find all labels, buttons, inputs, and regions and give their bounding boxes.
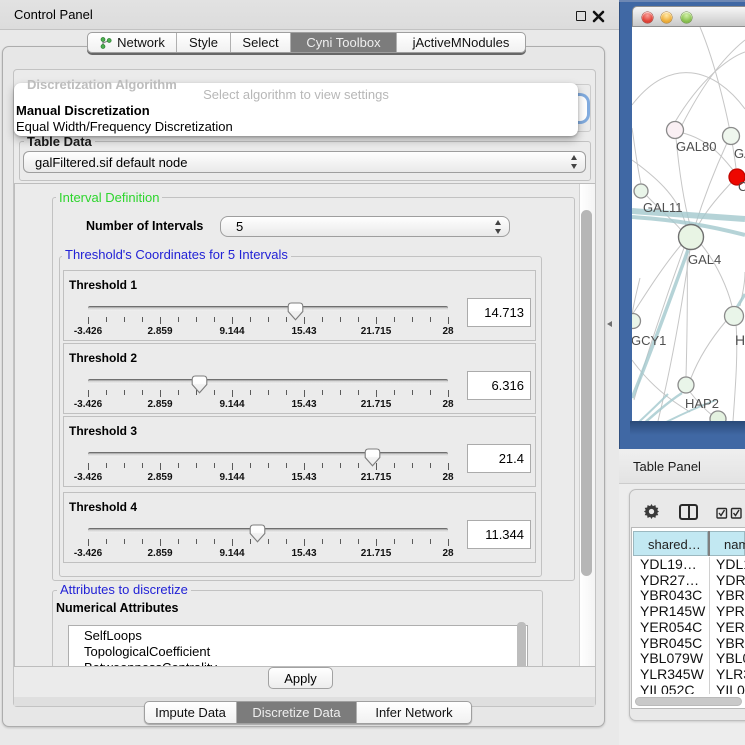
svg-text:GCY1: GCY1 [632, 333, 666, 348]
svg-text:GAL4: GAL4 [688, 252, 721, 267]
svg-text:GAL80: GAL80 [676, 139, 716, 154]
svg-text:GA: GA [734, 146, 745, 161]
svg-text:HAP2: HAP2 [685, 396, 719, 411]
svg-text:H: H [735, 332, 745, 348]
svg-text:CD: CD [738, 179, 745, 194]
svg-text:GAL11: GAL11 [643, 200, 683, 215]
